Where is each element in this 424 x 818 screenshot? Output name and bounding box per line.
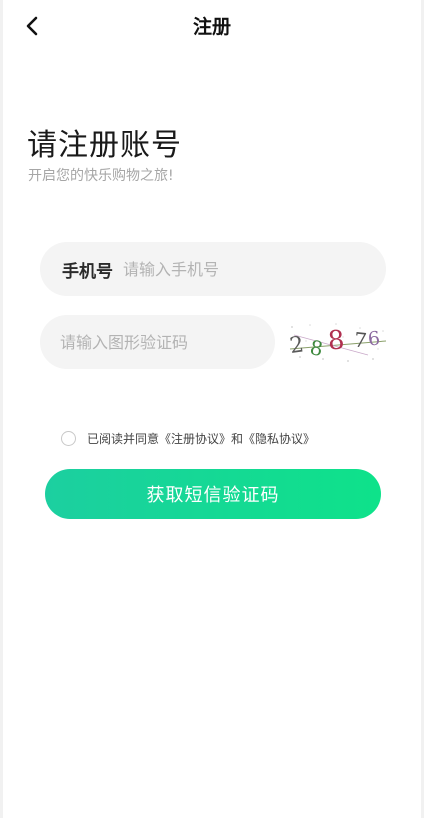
captcha-char: 6 [367, 327, 381, 350]
page-title: 注册 [192, 16, 231, 38]
phone-input[interactable] [123, 259, 366, 279]
captcha-image[interactable]: 2 8 8 7 6 [288, 319, 388, 365]
captcha-field[interactable] [40, 315, 275, 369]
get-sms-code-button[interactable]: 获取短信验证码 [45, 469, 381, 519]
register-page: 注册 请注册账号 开启您的快乐购物之旅! 手机号 2 8 8 7 6 已阅读并同… [0, 0, 424, 818]
phone-label: 手机号 [62, 261, 113, 282]
captcha-char: 7 [353, 327, 368, 352]
agreement-checkbox[interactable] [61, 430, 76, 446]
agreement-text[interactable]: 已阅读并同意《注册协议》和《隐私协议》 [87, 430, 315, 447]
captcha-char: 8 [327, 325, 346, 356]
agreement-row: 已阅读并同意《注册协议》和《隐私协议》 [61, 428, 315, 448]
register-heading: 请注册账号 [27, 128, 182, 163]
left-edge-divider [0, 0, 3, 818]
register-subheading: 开启您的快乐购物之旅! [28, 168, 174, 184]
phone-field[interactable]: 手机号 [40, 242, 386, 296]
captcha-input[interactable] [60, 332, 275, 352]
